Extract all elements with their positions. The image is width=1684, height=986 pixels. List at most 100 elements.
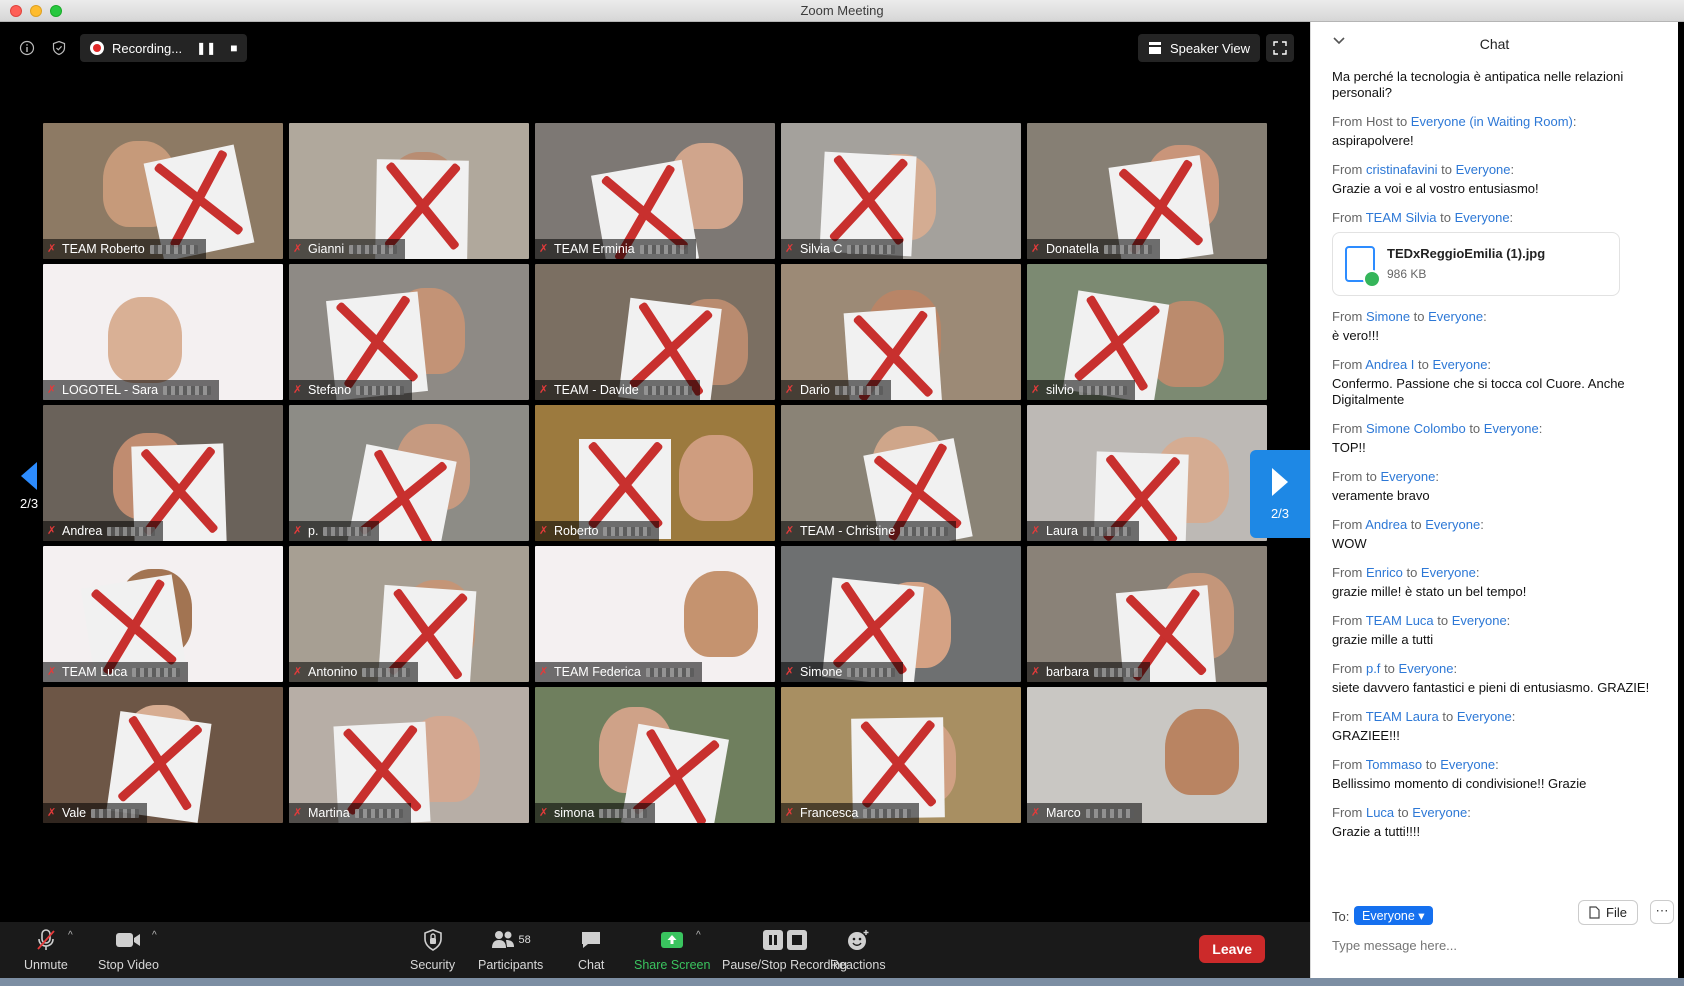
participant-name: Francesca [800,806,859,820]
message-sender[interactable]: Enrico [1366,565,1403,580]
participant-tile[interactable]: ✗ TEAM Luca [43,546,283,682]
participant-tile[interactable]: ✗ LOGOTEL - Sara [43,264,283,400]
chat-message: From p.f to Everyone: siete davvero fanta… [1332,661,1667,696]
participant-tile[interactable]: ✗ TEAM - Davide [535,264,775,400]
pause-recording-icon[interactable]: ❚❚ [196,41,216,55]
speaker-view-button[interactable]: Speaker View [1138,34,1260,62]
participant-name: Vale [62,806,87,820]
more-options-icon[interactable]: ⋯ [1650,900,1674,924]
message-sender[interactable]: Andrea [1365,517,1407,532]
unmute-button[interactable]: Unmute [24,928,68,972]
message-recipient[interactable]: Everyone [1484,421,1539,436]
participant-name: Marco [1046,806,1081,820]
participant-tile[interactable]: ✗ Vale [43,687,283,823]
message-sender[interactable]: TEAM Laura [1366,709,1439,724]
chevron-down-icon[interactable] [1333,34,1345,48]
message-recipient[interactable]: Everyone [1433,357,1488,372]
participant-tile[interactable]: ✗ TEAM - Christine [781,405,1021,541]
pause-stop-recording-icon [761,928,809,952]
reactions-button[interactable]: Reactions [830,928,886,972]
participant-tile[interactable]: ✗ Roberto [535,405,775,541]
message-sender[interactable]: TEAM Silvia [1366,210,1437,225]
participant-tile[interactable]: ✗ Gianni [289,123,529,259]
chat-message-text: grazie mille! è stato un bel tempo! [1332,584,1527,599]
message-recipient[interactable]: Everyone [1455,210,1510,225]
message-recipient[interactable]: Everyone [1456,162,1511,177]
participant-tile[interactable]: ✗ Dario [781,264,1021,400]
participant-name-tag: ✗ p. [289,521,380,541]
video-camera-icon [115,928,141,952]
from-word: From [1332,805,1363,820]
participant-tile[interactable]: ✗ p. [289,405,529,541]
message-recipient[interactable]: Everyone (in Waiting Room) [1411,114,1573,129]
fullscreen-icon[interactable] [1266,34,1294,62]
security-button[interactable]: Security [410,928,455,972]
message-recipient[interactable]: Everyone [1380,469,1435,484]
message-sender[interactable]: Luca [1366,805,1394,820]
participant-tile[interactable]: ✗ Stefano [289,264,529,400]
muted-mic-icon: ✗ [539,384,549,396]
leave-button[interactable]: Leave [1199,935,1265,963]
video-options-chevron-up-icon[interactable]: ^ [152,930,157,941]
participant-name: Roberto [554,524,599,538]
participant-tile[interactable]: ✗ Antonino [289,546,529,682]
info-icon[interactable] [16,37,38,59]
message-recipient[interactable]: Everyone [1428,309,1483,324]
file-button[interactable]: File [1578,900,1638,925]
message-sender[interactable]: Simone Colombo [1366,421,1466,436]
file-attachment-card[interactable]: TEDxReggioEmilia (1).jpg 986 KB [1332,232,1620,296]
pause-stop-recording-button[interactable]: Pause/Stop Recording [722,928,847,972]
participant-name: Simone [800,665,843,679]
audio-options-chevron-up-icon[interactable]: ^ [68,930,73,941]
recipient-select[interactable]: Everyone ▾ [1354,906,1433,925]
message-input[interactable] [1332,938,1652,953]
message-sender[interactable]: p.f [1366,661,1380,676]
blurred-surname [91,808,140,818]
participant-tile[interactable]: ✗ Silvia C [781,123,1021,259]
from-word: From [1332,210,1363,225]
message-recipient[interactable]: Everyone [1399,661,1454,676]
participants-button[interactable]: 58 Participants [478,928,543,972]
participant-tile[interactable]: ✗ TEAM Federica [535,546,775,682]
message-sender[interactable]: Host [1366,114,1393,129]
message-sender[interactable]: Tommaso [1366,757,1422,772]
participant-tile[interactable]: ✗ Francesca [781,687,1021,823]
message-sender[interactable]: cristinafavini [1366,162,1438,177]
participant-tile[interactable]: ✗ Simone [781,546,1021,682]
participant-tile[interactable]: ✗ Laura [1027,405,1267,541]
message-sender[interactable]: Andrea I [1365,357,1414,372]
message-recipient[interactable]: Everyone [1412,805,1467,820]
chat-button[interactable]: Chat [578,928,604,972]
participant-name-tag: ✗ Laura [1027,521,1139,541]
file-meta: TEDxReggioEmilia (1).jpg 986 KB [1387,246,1545,282]
message-recipient[interactable]: Everyone [1457,709,1512,724]
reactions-smiley-icon [846,928,870,952]
to-word: to [1425,757,1437,772]
meeting-area: Recording... ❚❚ ■ Speaker View ✗ TEAM Rob… [0,22,1310,922]
encryption-shield-icon[interactable] [48,37,70,59]
stop-recording-icon[interactable]: ■ [230,41,237,55]
participant-name: barbara [1046,665,1090,679]
participant-tile[interactable]: ✗ TEAM Roberto [43,123,283,259]
participant-tile[interactable]: ✗ Andrea [43,405,283,541]
message-sender[interactable]: TEAM Luca [1366,613,1434,628]
stop-video-button[interactable]: Stop Video [98,928,159,972]
share-options-chevron-up-icon[interactable]: ^ [696,930,701,941]
participant-tile[interactable]: ✗ simona [535,687,775,823]
security-shield-icon [423,928,443,952]
next-page-button[interactable]: 2/3 [1250,450,1310,538]
participant-tile[interactable]: ✗ Marco [1027,687,1267,823]
message-recipient[interactable]: Everyone [1425,517,1480,532]
message-recipient[interactable]: Everyone [1421,565,1476,580]
participant-tile[interactable]: ✗ silvio [1027,264,1267,400]
participant-tile[interactable]: ✗ Donatella [1027,123,1267,259]
message-sender[interactable]: Simone [1366,309,1410,324]
participant-tile[interactable]: ✗ TEAM Erminia [535,123,775,259]
chat-message-text: Confermo. Passione che si tocca col Cuor… [1332,376,1625,407]
participant-tile[interactable]: ✗ Martina [289,687,529,823]
previous-page-button[interactable]: 2/3 [20,462,38,511]
participant-tile[interactable]: ✗ barbara [1027,546,1267,682]
chat-bubble-icon [580,928,602,952]
message-recipient[interactable]: Everyone [1440,757,1495,772]
message-recipient[interactable]: Everyone [1452,613,1507,628]
